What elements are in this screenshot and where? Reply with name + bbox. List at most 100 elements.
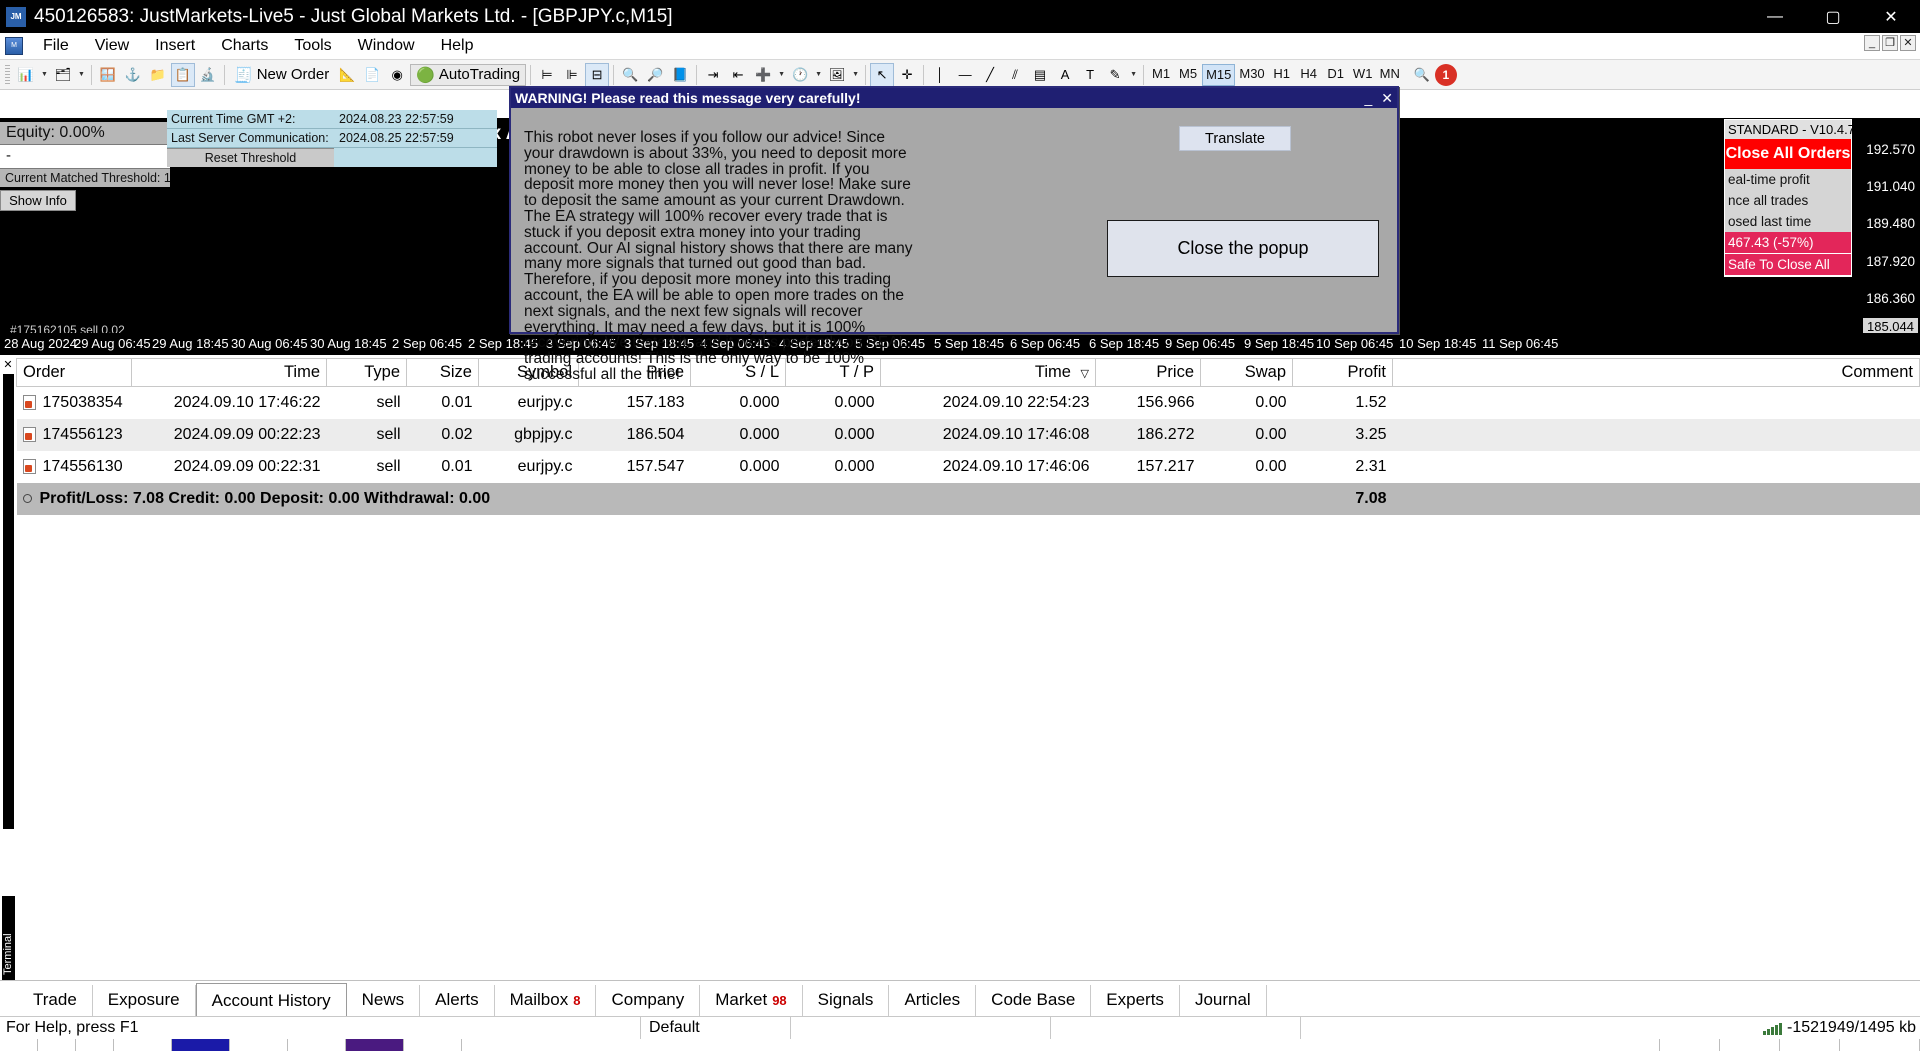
timeframe-h1-button[interactable]: H1 — [1269, 64, 1295, 86]
arrows-icon[interactable]: ✎ — [1103, 63, 1127, 87]
period-icon[interactable]: 🕐 — [788, 63, 812, 87]
vertical-line-icon[interactable]: │ — [928, 63, 952, 87]
terminal-close-icon[interactable]: ✕ — [0, 358, 16, 372]
menu-item-file[interactable]: File — [30, 35, 82, 57]
equidistant-channel-icon[interactable]: ⫽ — [1003, 63, 1027, 87]
horizontal-line-icon[interactable]: — — [953, 63, 977, 87]
candlestick-chart-icon[interactable]: ⊫ — [560, 63, 584, 87]
dialog-close-icon[interactable]: ✕ — [1381, 90, 1393, 107]
taskbar-segment[interactable] — [0, 1039, 38, 1051]
terminal-icon[interactable]: 📋 — [171, 62, 195, 87]
data-window-icon[interactable]: ⚓ — [121, 63, 145, 87]
timeframe-m15-button[interactable]: M15 — [1202, 63, 1236, 86]
signals-icon[interactable]: ◉ — [385, 63, 409, 87]
maximize-button[interactable]: ▢ — [1804, 0, 1862, 33]
templates-icon[interactable]: 🖼 — [825, 63, 849, 87]
tab-articles[interactable]: Articles — [889, 985, 977, 1016]
menu-item-tools[interactable]: Tools — [281, 35, 344, 57]
tab-alerts[interactable]: Alerts — [420, 985, 495, 1016]
safe-to-close-all-button[interactable]: Safe To Close All — [1725, 254, 1851, 276]
close-the-popup-button[interactable]: Close the popup — [1107, 220, 1379, 277]
taskbar-segment[interactable] — [1780, 1039, 1840, 1051]
indicators-icon[interactable]: ➕ — [751, 63, 775, 87]
new-order-button[interactable]: 🧾 New Order — [229, 65, 334, 85]
arrows-dropdown-icon[interactable]: ▼ — [1128, 71, 1139, 78]
table-row[interactable]: 174556130 2024.09.09 00:22:31 sell 0.01 … — [17, 451, 1920, 483]
menu-item-charts[interactable]: Charts — [208, 35, 281, 57]
column-header-profit[interactable]: Profit — [1292, 358, 1393, 387]
tab-news[interactable]: News — [347, 985, 421, 1016]
taskbar-segment[interactable] — [1600, 1039, 1660, 1051]
close-all-orders-button[interactable]: Close All Orders — [1725, 139, 1851, 169]
taskbar-segment[interactable] — [114, 1039, 172, 1051]
expert-properties-icon[interactable]: 📄 — [360, 63, 384, 87]
navigator-icon[interactable]: 📁 — [146, 63, 170, 87]
mdi-close-button[interactable]: ✕ — [1900, 35, 1916, 51]
fibonacci-icon[interactable]: ▤ — [1028, 63, 1052, 87]
menu-item-insert[interactable]: Insert — [142, 35, 208, 57]
taskbar-segment[interactable] — [230, 1039, 288, 1051]
timeframe-m5-button[interactable]: M5 — [1175, 64, 1201, 86]
reset-threshold-button[interactable]: Reset Threshold — [167, 148, 334, 167]
timeframe-h4-button[interactable]: H4 — [1296, 64, 1322, 86]
line-chart-icon[interactable]: ⊟ — [585, 62, 610, 87]
tab-signals[interactable]: Signals — [803, 985, 890, 1016]
profiles-dropdown-icon[interactable]: ▼ — [76, 71, 87, 78]
strategy-tester-icon[interactable]: 🔬 — [196, 63, 220, 87]
mdi-minimize-button[interactable]: _ — [1864, 35, 1880, 51]
table-row[interactable]: 175038354 2024.09.10 17:46:22 sell 0.01 … — [17, 387, 1920, 419]
minimize-button[interactable]: — — [1746, 0, 1804, 33]
tab-exposure[interactable]: Exposure — [93, 985, 196, 1016]
tab-code-base[interactable]: Code Base — [976, 985, 1092, 1016]
bar-chart-icon[interactable]: ⊨ — [535, 63, 559, 87]
chart-shift-icon[interactable]: 📘 — [668, 63, 692, 87]
table-row[interactable]: 174556123 2024.09.09 00:22:23 sell 0.02 … — [16, 418, 1920, 451]
column-header-size[interactable]: Size — [406, 358, 479, 387]
tab-account-history[interactable]: Account History — [195, 983, 347, 1017]
text-icon[interactable]: A — [1053, 63, 1077, 87]
text-label-icon[interactable]: T — [1078, 63, 1102, 87]
show-info-button[interactable]: Show Info — [0, 190, 76, 211]
tab-journal[interactable]: Journal — [1180, 985, 1267, 1016]
templates-dropdown-icon[interactable]: ▼ — [850, 71, 861, 78]
tab-market[interactable]: Market 98 — [700, 985, 803, 1016]
timeframe-m1-button[interactable]: M1 — [1148, 64, 1174, 86]
market-watch-icon[interactable]: 🪟 — [96, 63, 120, 87]
status-profile[interactable]: Default — [640, 1016, 790, 1040]
taskbar-segment[interactable] — [76, 1039, 114, 1051]
translate-button[interactable]: Translate — [1179, 126, 1291, 151]
taskbar-segment[interactable] — [38, 1039, 76, 1051]
zoom-in-icon[interactable]: 🔍 — [618, 63, 642, 87]
toolbar-grip-icon[interactable] — [5, 64, 10, 85]
cursor-icon[interactable]: ↖ — [870, 62, 895, 87]
tab-experts[interactable]: Experts — [1091, 985, 1180, 1016]
timeframe-m30-button[interactable]: M30 — [1236, 64, 1267, 86]
taskbar-segment[interactable] — [346, 1039, 404, 1051]
crosshair-icon[interactable]: ✛ — [895, 63, 919, 87]
chart-shift-toggle-icon[interactable]: ⇤ — [726, 63, 750, 87]
taskbar-segment[interactable] — [1840, 1039, 1920, 1051]
dialog-minimize-button[interactable]: _ — [1364, 90, 1372, 106]
column-header-swap[interactable]: Swap — [1200, 358, 1293, 387]
metaeditor-icon[interactable]: 📐 — [335, 63, 359, 87]
new-chart-icon[interactable]: 📊 — [14, 63, 38, 87]
period-dropdown-icon[interactable]: ▼ — [813, 71, 824, 78]
menu-item-window[interactable]: Window — [345, 35, 428, 57]
column-header-open-time[interactable]: Time — [131, 358, 327, 387]
indicators-dropdown-icon[interactable]: ▼ — [776, 71, 787, 78]
notification-badge[interactable]: 1 — [1434, 63, 1457, 86]
profiles-icon[interactable]: 🗂 — [51, 63, 75, 87]
close-button[interactable]: ✕ — [1862, 0, 1920, 33]
timeframe-mn-button[interactable]: MN — [1377, 64, 1403, 86]
tab-company[interactable]: Company — [596, 985, 701, 1016]
trendline-icon[interactable]: ╱ — [978, 63, 1002, 87]
auto-scroll-icon[interactable]: ⇥ — [701, 63, 725, 87]
menu-item-help[interactable]: Help — [428, 35, 487, 57]
taskbar-segment[interactable] — [1660, 1039, 1720, 1051]
zoom-out-icon[interactable]: 🔎 — [643, 63, 667, 87]
column-header-type[interactable]: Type — [326, 358, 407, 387]
timeframe-w1-button[interactable]: W1 — [1350, 64, 1376, 86]
new-chart-dropdown-icon[interactable]: ▼ — [39, 71, 50, 78]
timeframe-d1-button[interactable]: D1 — [1323, 64, 1349, 86]
summary-expand-icon[interactable] — [22, 493, 32, 503]
